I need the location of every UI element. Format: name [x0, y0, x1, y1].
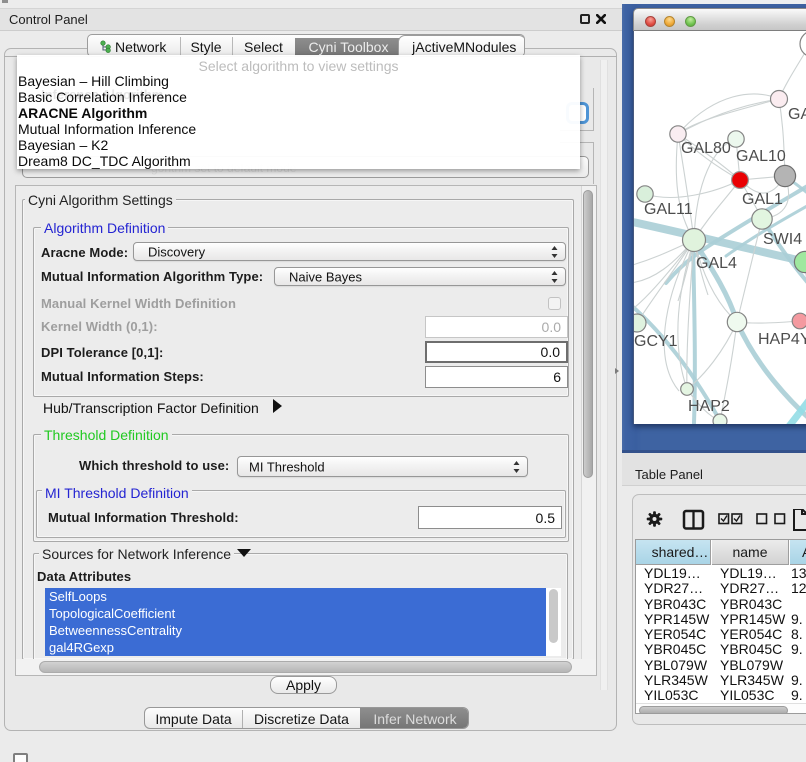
svg-text:Y: Y: [800, 331, 806, 348]
svg-text:GAL2: GAL2: [788, 106, 806, 123]
svg-text:HAP2: HAP2: [688, 398, 730, 415]
svg-text:GAL80: GAL80: [681, 140, 731, 157]
svg-text:GCY1: GCY1: [634, 333, 678, 350]
svg-text:SWI4: SWI4: [763, 231, 802, 248]
svg-text:GAL4: GAL4: [696, 255, 737, 272]
svg-text:GAL11: GAL11: [644, 201, 693, 218]
svg-text:HAP4: HAP4: [758, 331, 800, 348]
svg-text:GAL10: GAL10: [736, 148, 786, 165]
svg-text:GAL1: GAL1: [742, 191, 783, 208]
